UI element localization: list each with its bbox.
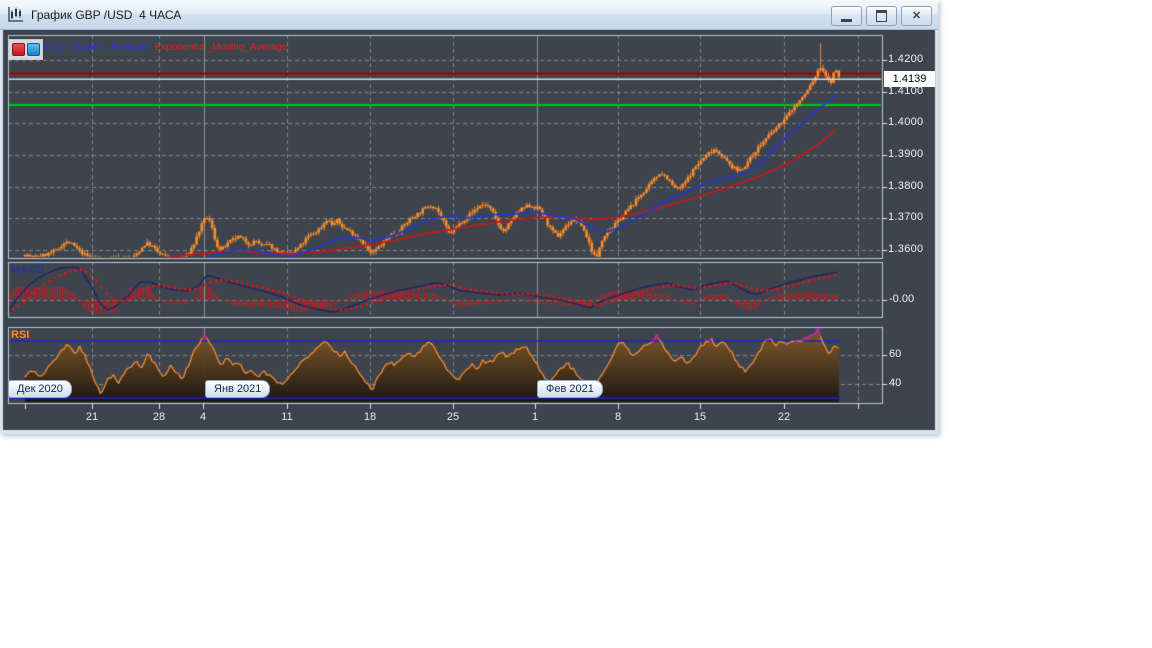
- chart-overlay: ential_Moving_Average Exponential_Moving…: [0, 0, 938, 434]
- month-label: Янв 2021: [205, 380, 271, 398]
- indicator-toolbar: [8, 39, 43, 60]
- month-label: Дек 2020: [8, 380, 72, 398]
- legend-ma-red-label: Exponential_Moving_Average: [154, 42, 288, 53]
- price-axis-label: 1.4200: [888, 53, 924, 65]
- date-axis-label: 4: [199, 411, 207, 423]
- desktop-background: ential_Moving_Average Exponential_Moving…: [0, 0, 1152, 648]
- window-title: График GBP /USD 4 ЧАСА: [31, 7, 182, 22]
- date-axis-label: 21: [85, 411, 99, 423]
- indicator-legend: ential_Moving_Average Exponential_Moving…: [43, 42, 287, 53]
- legend-ma-blue-label: ential_Moving_Average: [43, 42, 148, 53]
- date-axis-label: 28: [152, 411, 166, 423]
- maximize-icon: [876, 10, 887, 22]
- minimize-button[interactable]: [831, 6, 862, 26]
- date-axis-label: 1: [531, 411, 539, 423]
- rsi-pane-label: RSI: [11, 329, 30, 341]
- close-icon: ✕: [911, 9, 922, 22]
- price-axis-label: 1.4000: [888, 116, 924, 128]
- date-axis-label: 25: [446, 411, 460, 423]
- maximize-button[interactable]: [866, 6, 897, 26]
- chart-app-icon: [8, 7, 23, 22]
- minimize-icon: [841, 18, 852, 22]
- price-axis-label: 1.3700: [888, 211, 924, 223]
- chart-window: ential_Moving_Average Exponential_Moving…: [0, 0, 938, 434]
- macd-zero-label: -0.00: [889, 293, 915, 305]
- date-axis-label: 8: [614, 411, 622, 423]
- price-axis-label: 1.3800: [888, 180, 924, 192]
- macd-pane-label: MACD: [11, 264, 44, 276]
- red-indicator-swatch-button[interactable]: [11, 43, 25, 56]
- blue-indicator-swatch-button[interactable]: [26, 43, 40, 56]
- date-axis-label: 15: [693, 411, 707, 423]
- window-controls: ✕: [831, 6, 932, 26]
- window-titlebar[interactable]: График GBP /USD 4 ЧАСА ✕: [0, 0, 938, 30]
- date-axis-label: 11: [281, 411, 293, 423]
- date-axis-label: 22: [777, 411, 791, 423]
- month-label: Фев 2021: [537, 380, 603, 398]
- close-button[interactable]: ✕: [901, 6, 932, 26]
- price-axis-label: 1.3600: [888, 243, 924, 255]
- price-axis-label: 1.4100: [888, 85, 924, 97]
- rsi-level-label: 60: [889, 348, 902, 360]
- rsi-level-label: 40: [889, 377, 902, 389]
- price-axis-label: 1.3900: [888, 148, 924, 160]
- date-axis-label: 18: [363, 411, 377, 423]
